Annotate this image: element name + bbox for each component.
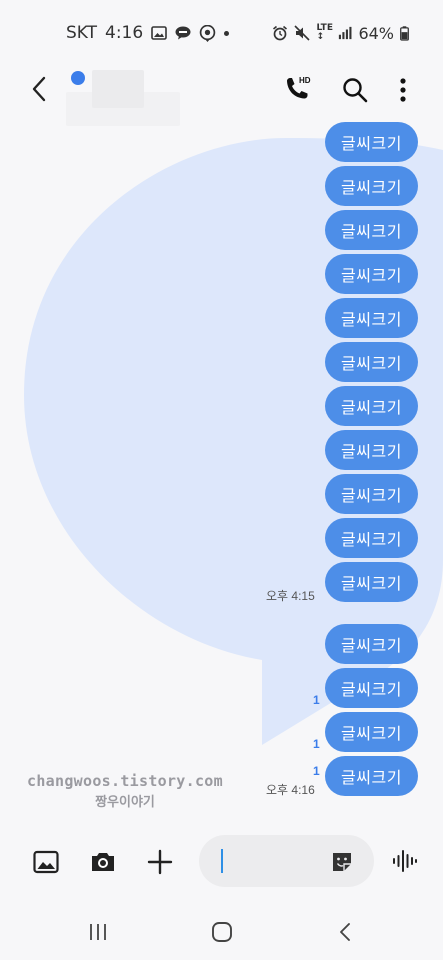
message-bubble[interactable]: 글씨크기 xyxy=(325,430,418,470)
signal-icon xyxy=(339,26,352,40)
message-bubble[interactable]: 글씨크기 xyxy=(325,756,418,796)
message-text: 글씨크기 xyxy=(341,354,402,373)
hd-badge: HD xyxy=(299,76,311,85)
status-right: LTE ↕ 64% xyxy=(272,24,409,43)
message-bubble[interactable]: 글씨크기 xyxy=(325,668,418,708)
message-text: 글씨크기 xyxy=(341,222,402,241)
message-text: 글씨크기 xyxy=(341,486,402,505)
message-text: 글씨크기 xyxy=(341,310,402,329)
message-text: 글씨크기 xyxy=(341,134,402,153)
lte-icon: LTE ↕ xyxy=(316,23,333,42)
status-left: SKT 4:16 xyxy=(66,23,230,43)
chat-header: HD xyxy=(0,66,443,126)
credit-url: changwoos.tistory.com xyxy=(27,772,223,790)
message-text: 글씨크기 xyxy=(341,442,402,461)
message-list[interactable]: 글씨크기 글씨크기 글씨크기 글씨크기 글씨크기 글씨크기 글씨크기 글씨크기 … xyxy=(0,116,443,806)
location-icon xyxy=(199,24,216,42)
back-icon[interactable] xyxy=(28,74,52,104)
message-bubble[interactable]: 글씨크기 xyxy=(325,624,418,664)
text-caret xyxy=(221,849,223,873)
mute-icon xyxy=(294,25,311,41)
gallery-icon[interactable] xyxy=(31,847,61,877)
composer-bar xyxy=(0,830,443,892)
message-bubble[interactable]: 글씨크기 xyxy=(325,386,418,426)
dot-icon xyxy=(224,30,230,36)
message-text: 글씨크기 xyxy=(341,398,402,417)
online-indicator xyxy=(71,71,85,85)
message-text: 글씨크기 xyxy=(341,724,402,743)
more-icon[interactable] xyxy=(396,76,410,104)
message-bubble[interactable]: 글씨크기 xyxy=(325,474,418,514)
voice-icon[interactable] xyxy=(391,847,419,875)
message-bubble[interactable]: 글씨크기 xyxy=(325,298,418,338)
message-bubble[interactable]: 글씨크기 xyxy=(325,254,418,294)
message-time: 오후 4:15 xyxy=(266,589,315,603)
message-input[interactable] xyxy=(199,835,374,887)
clock-label: 4:16 xyxy=(105,23,144,43)
message-bubble[interactable]: 글씨크기 xyxy=(325,166,418,206)
unread-count: 1 xyxy=(313,737,320,751)
network-label: LTE xyxy=(316,23,333,33)
credit-watermark: changwoos.tistory.com 짱우이야기 xyxy=(0,772,250,810)
image-icon xyxy=(151,26,168,40)
sticker-icon[interactable] xyxy=(330,850,354,874)
unread-count: 1 xyxy=(313,764,320,778)
message-bubble[interactable]: 글씨크기 xyxy=(325,712,418,752)
message-bubble[interactable]: 글씨크기 xyxy=(325,122,418,162)
message-text: 글씨크기 xyxy=(341,680,402,699)
system-nav-bar xyxy=(0,900,443,960)
plus-icon[interactable] xyxy=(145,847,175,877)
message-text: 글씨크기 xyxy=(341,574,402,593)
camera-icon[interactable] xyxy=(88,847,118,877)
message-text: 글씨크기 xyxy=(341,266,402,285)
status-bar: SKT 4:16 LTE ↕ 64% xyxy=(0,0,443,66)
credit-name: 짱우이야기 xyxy=(95,795,155,810)
battery-icon xyxy=(400,25,409,41)
message-bubble[interactable]: 글씨크기 xyxy=(325,562,418,602)
unread-count: 1 xyxy=(313,693,320,707)
alarm-icon xyxy=(273,25,288,41)
recents-icon[interactable] xyxy=(86,920,110,944)
message-text: 글씨크기 xyxy=(341,178,402,197)
home-icon[interactable] xyxy=(210,920,234,944)
message-text: 글씨크기 xyxy=(341,636,402,655)
message-text: 글씨크기 xyxy=(341,530,402,549)
talk-icon xyxy=(175,26,191,40)
message-bubble[interactable]: 글씨크기 xyxy=(325,342,418,382)
message-text: 글씨크기 xyxy=(341,768,402,787)
message-bubble[interactable]: 글씨크기 xyxy=(325,210,418,250)
hd-call-icon[interactable]: HD xyxy=(282,74,312,106)
search-icon[interactable] xyxy=(341,76,369,104)
contact-avatar-redacted xyxy=(92,70,144,108)
message-bubble[interactable]: 글씨크기 xyxy=(325,518,418,558)
message-time: 오후 4:16 xyxy=(266,783,315,797)
back-nav-icon[interactable] xyxy=(334,920,358,944)
carrier-label: SKT xyxy=(66,23,98,43)
battery-label: 64% xyxy=(358,23,394,43)
